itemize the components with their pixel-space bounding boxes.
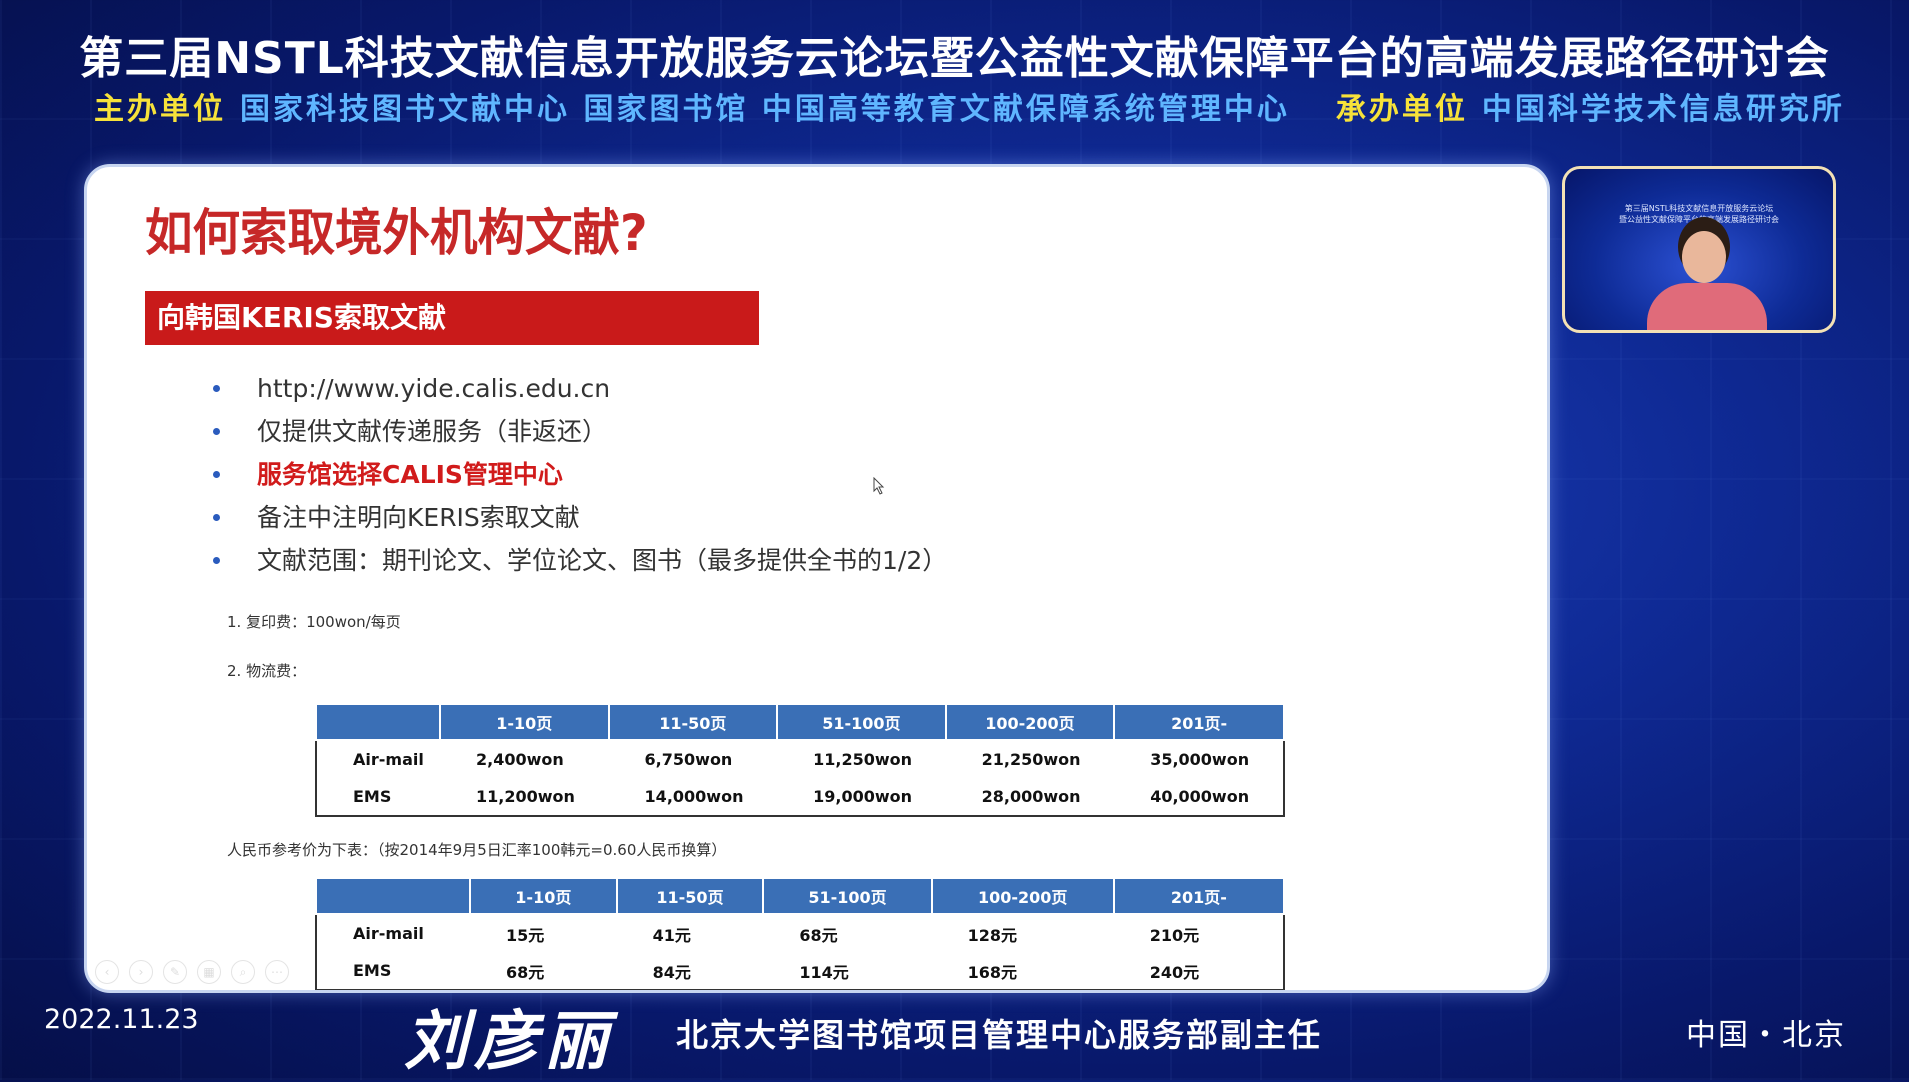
grid-icon[interactable]: ▦ [197,960,221,984]
bullet-icon [213,471,220,478]
bullet-item: 备注中注明向KERIS索取文献 [213,496,947,539]
prev-slide-icon[interactable]: ‹ [95,960,119,984]
mouse-cursor-icon [873,477,885,495]
bullet-icon [213,385,220,392]
bullet-icon [213,557,220,564]
more-icon[interactable]: ⋯ [265,960,289,984]
event-date: 2022.11.23 [44,1004,199,1035]
rmb-note: 人民币参考价为下表：（按2014年9月5日汇率100韩元=0.60人民币换算） [227,841,727,859]
table-row: Air-mail 2,400won 6,750won 11,250won 21,… [353,750,1250,769]
table-row: Air-mail 15元 41元 68元 128元 210元 [353,924,1200,945]
presentation-slide: 如何索取境外机构文献? 向韩国KERIS索取文献 http://www.yide… [84,164,1550,993]
table-header-row: 1-10页 11-50页 51-100页 100-200页 201页- [315,877,1286,915]
speaker-head [1682,231,1726,283]
section-banner: 向韩国KERIS索取文献 [145,291,759,345]
shipping-note: 2. 物流费： [227,662,307,680]
bullet-item: 仅提供文献传递服务（非返还） [213,410,947,453]
table-header-row: 1-10页 11-50页 51-100页 100-200页 201页- [315,703,1285,741]
copy-fee-note: 1. 复印费：100won/每页 [227,613,401,631]
host-value: 中国科学技术信息研究所 [1481,92,1845,127]
speaker-webcam: 第三届NSTL科技文献信息开放服务云论坛 暨公益性文献保障平台的高端发展路径研讨… [1562,166,1836,333]
zoom-icon[interactable]: ⌕ [231,960,255,984]
webcam-caption: 第三届NSTL科技文献信息开放服务云论坛 暨公益性文献保障平台的高端发展路径研讨… [1619,204,1779,224]
table-row: EMS 11,200won 14,000won 19,000won 28,000… [353,787,1250,806]
bullet-item: 文献范围：期刊论文、学位论文、图书（最多提供全书的1/2） [213,539,947,582]
speaker-body [1647,283,1767,330]
table-row: EMS 68元 84元 114元 168元 240元 [353,961,1200,982]
bullet-list: http://www.yide.calis.edu.cn 仅提供文献传递服务（非… [213,367,947,582]
pen-icon[interactable]: ✎ [163,960,187,984]
speaker-name: 刘彦丽 [404,1005,614,1079]
organizers-line: 主办单位 国家科技图书文献中心 国家图书馆 中国高等教育文献保障系统管理中心 承办单… [94,84,1842,128]
bullet-item-highlighted: 服务馆选择CALIS管理中心 [213,453,947,496]
won-fee-table: 1-10页 11-50页 51-100页 100-200页 201页- Air-… [315,703,1285,817]
slide-controls: ‹ › ✎ ▦ ⌕ ⋯ [95,960,289,984]
rmb-fee-table: 1-10页 11-50页 51-100页 100-200页 201页- Air-… [315,877,1286,990]
speaker-title: 北京大学图书馆项目管理中心服务部副主任 [676,1016,1323,1054]
event-location: 中国・北京 [1686,1018,1846,1053]
event-title: 第三届NSTL科技文献信息开放服务云论坛暨公益性文献保障平台的高端发展路径研讨会 [79,33,1830,84]
organizer-label: 主办单位 [94,92,226,127]
bullet-icon [213,428,220,435]
next-slide-icon[interactable]: › [129,960,153,984]
slide-title: 如何索取境外机构文献? [145,204,648,262]
bullet-item: http://www.yide.calis.edu.cn [213,367,947,410]
host-label: 承办单位 [1335,92,1468,127]
organizer-value: 国家科技图书文献中心 国家图书馆 中国高等教育文献保障系统管理中心 [240,92,1290,127]
bullet-icon [213,514,220,521]
